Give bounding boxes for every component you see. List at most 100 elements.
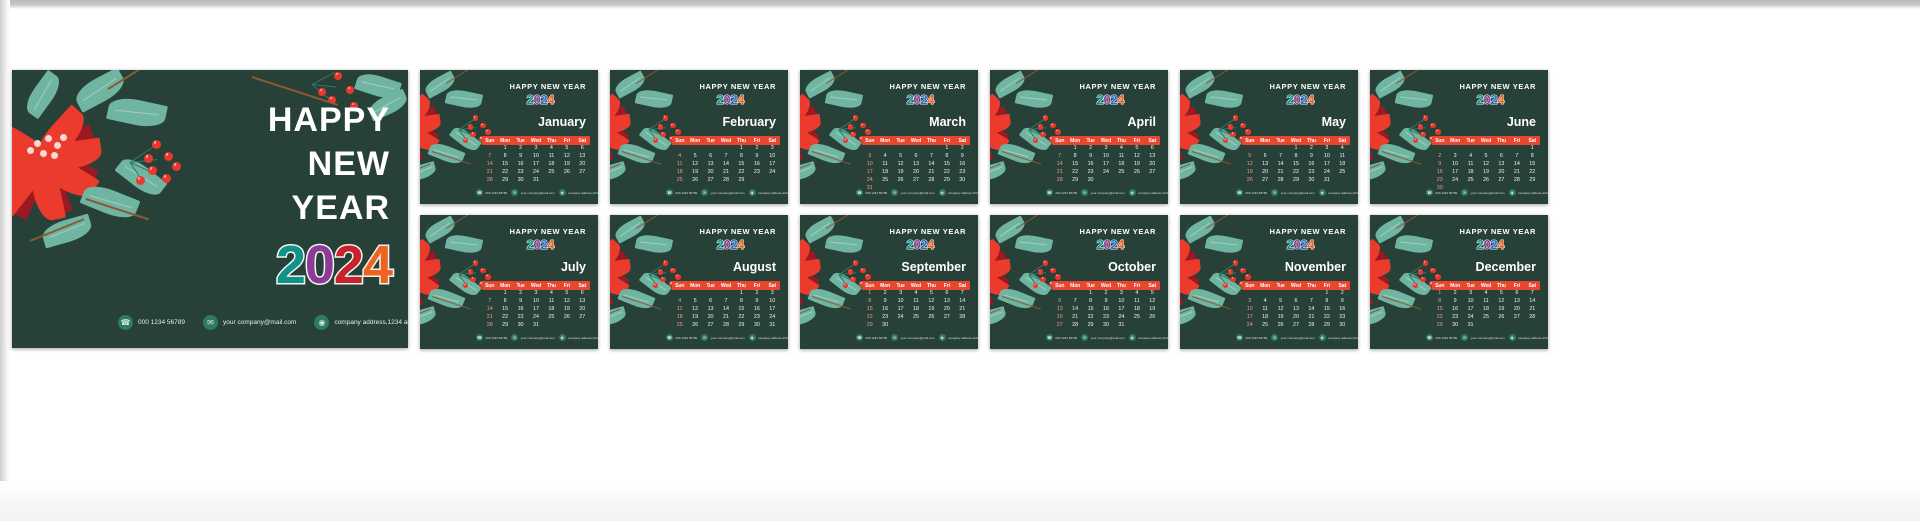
calendar-day[interactable]: 26 xyxy=(559,169,574,177)
calendar-day[interactable]: 21 xyxy=(1525,306,1540,314)
calendar-day[interactable]: 12 xyxy=(559,153,574,161)
month-april-contact-0[interactable]: ☎ 000 1234 56789 xyxy=(1046,189,1077,196)
calendar-day[interactable]: 11 xyxy=(877,161,892,169)
month-april-contact-1[interactable]: ✉ your company@mail.com xyxy=(1081,189,1125,196)
calendar-day[interactable]: 28 xyxy=(1273,177,1288,185)
calendar-day[interactable]: 3 xyxy=(893,290,908,298)
month-card-july[interactable]: HAPPY NEW YEAR 2024 July Sun Mon Tue Wed Thu… xyxy=(420,215,598,349)
calendar-day[interactable]: 1 xyxy=(1432,290,1447,298)
calendar-day[interactable]: 30 xyxy=(1098,322,1113,330)
calendar-day[interactable]: 26 xyxy=(687,322,702,330)
calendar-day[interactable]: 30 xyxy=(1335,322,1350,330)
calendar-day[interactable]: 10 xyxy=(893,298,908,306)
calendar-day[interactable]: 18 xyxy=(908,306,923,314)
calendar-day[interactable]: 25 xyxy=(544,314,559,322)
calendar-day[interactable]: 2 xyxy=(1083,145,1098,153)
calendar-day[interactable]: 22 xyxy=(1067,169,1082,177)
calendar-day[interactable]: 10 xyxy=(1463,298,1478,306)
calendar-day[interactable]: 16 xyxy=(1335,306,1350,314)
calendar-day[interactable]: 6 xyxy=(1145,145,1160,153)
calendar-day[interactable]: 22 xyxy=(1432,314,1447,322)
calendar-day[interactable]: 22 xyxy=(1525,169,1540,177)
calendar-day[interactable]: 15 xyxy=(1432,306,1447,314)
month-may-contact-0[interactable]: ☎ 000 1234 56789 xyxy=(1236,189,1267,196)
calendar-day[interactable]: 31 xyxy=(765,322,780,330)
calendar-day[interactable]: 8 xyxy=(939,153,954,161)
calendar-day[interactable]: 20 xyxy=(1288,314,1303,322)
calendar-day[interactable]: 13 xyxy=(703,161,718,169)
calendar-day[interactable]: 26 xyxy=(1273,322,1288,330)
calendar-day[interactable]: 4 xyxy=(672,153,687,161)
calendar-day[interactable]: 17 xyxy=(862,169,877,177)
month-august-contact-0[interactable]: ☎ 000 1234 56789 xyxy=(666,334,697,341)
calendar-day[interactable]: 15 xyxy=(1067,161,1082,169)
calendar-day[interactable]: 12 xyxy=(687,306,702,314)
calendar-day[interactable]: 19 xyxy=(893,169,908,177)
calendar-day[interactable]: 24 xyxy=(765,169,780,177)
calendar-day[interactable]: 15 xyxy=(939,161,954,169)
month-card-december[interactable]: HAPPY NEW YEAR 2024 December Sun Mon Tue We… xyxy=(1370,215,1548,349)
calendar-day[interactable]: 7 xyxy=(482,298,497,306)
calendar-day[interactable]: 27 xyxy=(1145,169,1160,177)
calendar-day[interactable]: 5 xyxy=(924,290,939,298)
calendar-day[interactable]: 2 xyxy=(955,145,970,153)
calendar-day[interactable]: 10 xyxy=(765,153,780,161)
calendar-day[interactable]: 19 xyxy=(559,161,574,169)
calendar-day[interactable]: 4 xyxy=(1335,145,1350,153)
calendar-day[interactable]: 6 xyxy=(1288,298,1303,306)
calendar-day[interactable]: 27 xyxy=(575,314,590,322)
calendar-day[interactable]: 28 xyxy=(1052,177,1067,185)
calendar-day[interactable]: 15 xyxy=(497,306,512,314)
month-february-contact-1[interactable]: ✉ your company@mail.com xyxy=(701,189,745,196)
calendar-day[interactable]: 19 xyxy=(687,169,702,177)
calendar-day[interactable]: 5 xyxy=(1145,290,1160,298)
calendar-day[interactable]: 4 xyxy=(1114,145,1129,153)
calendar-day[interactable]: 22 xyxy=(734,314,749,322)
calendar-day[interactable]: 25 xyxy=(1463,177,1478,185)
calendar-day[interactable]: 12 xyxy=(1145,298,1160,306)
calendar-day[interactable]: 2 xyxy=(513,290,528,298)
calendar-day[interactable]: 2 xyxy=(1432,153,1447,161)
month-january-contact-2[interactable]: ◉ company address,1234 any city. xyxy=(558,189,598,196)
calendar-day[interactable]: 16 xyxy=(513,161,528,169)
calendar-day[interactable]: 26 xyxy=(1145,314,1160,322)
calendar-day[interactable]: 14 xyxy=(482,306,497,314)
calendar-day[interactable]: 4 xyxy=(544,145,559,153)
calendar-day[interactable]: 22 xyxy=(1319,314,1334,322)
calendar-day[interactable]: 10 xyxy=(1319,153,1334,161)
calendar-day[interactable]: 2 xyxy=(1098,290,1113,298)
month-card-may[interactable]: HAPPY NEW YEAR 2024 May Sun Mon Tue Wed Thu F… xyxy=(1180,70,1358,204)
calendar-day[interactable]: 26 xyxy=(687,177,702,185)
month-june-contact-0[interactable]: ☎ 000 1234 56789 xyxy=(1426,189,1457,196)
calendar-day[interactable]: 14 xyxy=(718,161,733,169)
calendar-day[interactable]: 25 xyxy=(908,314,923,322)
calendar-day[interactable]: 17 xyxy=(765,161,780,169)
calendar-day[interactable]: 6 xyxy=(703,153,718,161)
calendar-day[interactable]: 27 xyxy=(1257,177,1272,185)
calendar-day[interactable]: 18 xyxy=(1257,314,1272,322)
month-march-contact-1[interactable]: ✉ your company@mail.com xyxy=(891,189,935,196)
calendar-day[interactable]: 6 xyxy=(939,290,954,298)
calendar-day[interactable]: 19 xyxy=(924,306,939,314)
month-july-contact-1[interactable]: ✉ your company@mail.com xyxy=(511,334,555,341)
calendar-day[interactable]: 21 xyxy=(718,314,733,322)
calendar-day[interactable]: 13 xyxy=(1257,161,1272,169)
calendar-day[interactable]: 9 xyxy=(955,153,970,161)
calendar-day[interactable]: 19 xyxy=(1478,169,1493,177)
calendar-day[interactable]: 13 xyxy=(575,153,590,161)
calendar-day[interactable]: 2 xyxy=(513,145,528,153)
calendar-day[interactable]: 21 xyxy=(924,169,939,177)
calendar-day[interactable]: 25 xyxy=(544,169,559,177)
calendar-day[interactable]: 21 xyxy=(955,306,970,314)
calendar-day[interactable]: 19 xyxy=(687,314,702,322)
calendar-day[interactable]: 26 xyxy=(893,177,908,185)
calendar-day[interactable]: 8 xyxy=(862,298,877,306)
calendar-day[interactable]: 12 xyxy=(1129,153,1144,161)
calendar-day[interactable]: 26 xyxy=(1242,177,1257,185)
calendar-day[interactable]: 14 xyxy=(955,298,970,306)
calendar-day[interactable]: 9 xyxy=(1304,153,1319,161)
calendar-day[interactable]: 29 xyxy=(1432,322,1447,330)
calendar-day[interactable]: 3 xyxy=(1098,145,1113,153)
calendar-day[interactable]: 1 xyxy=(1067,145,1082,153)
month-july-contact-2[interactable]: ◉ company address,1234 any city. xyxy=(558,334,598,341)
